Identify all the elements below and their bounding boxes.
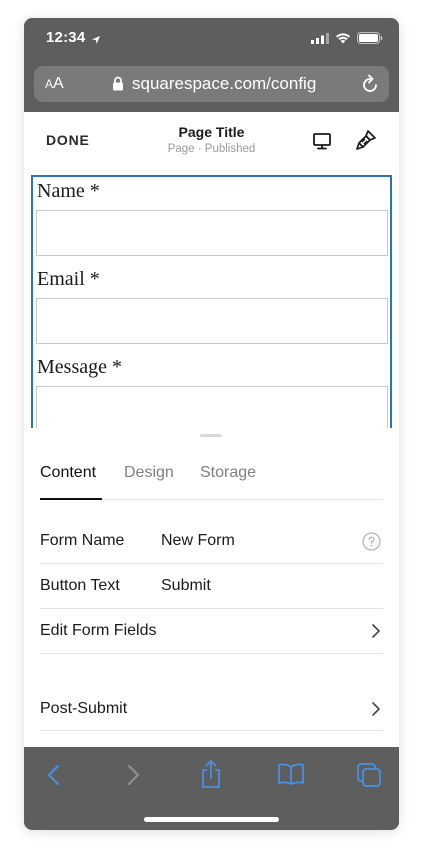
aa-small-glyph: A <box>45 77 54 91</box>
back-icon[interactable] <box>44 762 64 793</box>
active-tab-indicator <box>40 498 102 500</box>
form-name-label: Form Name <box>40 532 125 549</box>
status-icons <box>311 31 383 49</box>
button-text-value[interactable]: Submit <box>161 577 211 595</box>
safari-top-chrome: 12:34 AA squarespace.com/config <box>24 18 399 112</box>
chevron-right-icon <box>371 701 381 722</box>
safari-bottom-toolbar <box>24 747 399 830</box>
reload-icon[interactable] <box>361 74 379 99</box>
paintbrush-icon[interactable] <box>355 129 377 156</box>
message-textarea[interactable] <box>36 386 388 431</box>
button-text-row[interactable]: Button Text Submit <box>40 564 383 609</box>
tab-design[interactable]: Design <box>124 464 174 482</box>
edit-form-fields-row[interactable]: Edit Form Fields <box>40 609 383 654</box>
url-text[interactable]: squarespace.com/config <box>132 74 316 94</box>
name-field-label: Name * <box>37 180 100 202</box>
message-field-label: Message * <box>37 356 122 378</box>
cellular-signal-icon <box>311 31 329 49</box>
editor-header: DONE Page Title Page · Published <box>24 112 399 174</box>
location-arrow-icon <box>91 32 101 50</box>
edit-form-fields-label: Edit Form Fields <box>40 622 157 639</box>
form-block-preview[interactable]: Name * Email * Message * <box>31 175 392 431</box>
phone-frame: 12:34 AA squarespace.com/config DONE Pag… <box>24 18 399 830</box>
share-icon[interactable] <box>199 759 223 794</box>
panel-drag-handle[interactable] <box>200 434 222 437</box>
wifi-icon <box>335 31 351 49</box>
reader-text-size-button[interactable]: AA <box>45 74 64 94</box>
button-text-label: Button Text <box>40 577 120 594</box>
form-name-value[interactable]: New Form <box>161 532 235 550</box>
email-input[interactable] <box>36 298 388 344</box>
tab-storage[interactable]: Storage <box>200 464 256 482</box>
home-indicator <box>144 817 279 822</box>
page-title: Page Title <box>178 124 245 140</box>
page-title-block: Page Title Page · Published <box>124 123 299 157</box>
url-bar[interactable]: AA squarespace.com/config <box>34 66 389 102</box>
name-input[interactable] <box>36 210 388 256</box>
chevron-right-icon <box>371 623 381 644</box>
done-button[interactable]: DONE <box>46 132 90 148</box>
aa-large-glyph: A <box>53 75 64 92</box>
lock-icon <box>112 76 124 96</box>
email-field-label: Email * <box>37 268 100 290</box>
form-settings-panel: Content Design Storage Form Name New For… <box>24 428 399 748</box>
forward-icon[interactable] <box>123 762 143 793</box>
help-icon[interactable] <box>362 532 381 556</box>
status-time: 12:34 <box>46 29 86 46</box>
status-bar: 12:34 <box>24 18 399 58</box>
desktop-preview-icon[interactable] <box>312 131 332 156</box>
post-submit-row[interactable]: Post-Submit <box>40 687 383 731</box>
tabs-icon[interactable] <box>356 762 382 793</box>
post-submit-label: Post-Submit <box>40 700 128 717</box>
panel-tabs: Content Design Storage <box>40 454 383 500</box>
bookmarks-icon[interactable] <box>277 762 305 791</box>
tab-content[interactable]: Content <box>40 464 96 482</box>
battery-icon <box>357 31 383 49</box>
form-name-row[interactable]: Form Name New Form <box>40 519 383 564</box>
page-status: Page · Published <box>167 143 256 155</box>
